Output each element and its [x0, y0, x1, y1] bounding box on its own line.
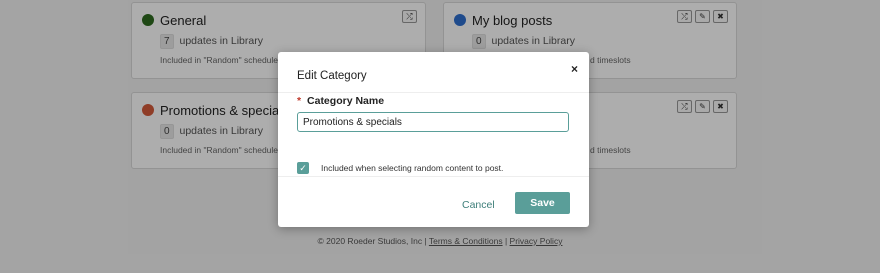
category-name-label: * Category Name — [297, 95, 384, 107]
category-name-input[interactable] — [297, 112, 569, 132]
random-content-label: Included when selecting random content t… — [321, 163, 504, 173]
category-name-label-text: Category Name — [307, 95, 385, 107]
required-marker: * — [297, 95, 302, 107]
modal-header: Edit Category × — [278, 52, 589, 93]
close-icon[interactable]: × — [571, 62, 578, 76]
random-content-option[interactable]: ✓ Included when selecting random content… — [297, 162, 503, 174]
edit-category-modal: Edit Category × * Category Name ✓ Includ… — [278, 52, 589, 227]
save-button[interactable]: Save — [515, 192, 570, 214]
cancel-button[interactable]: Cancel — [462, 199, 495, 211]
modal-footer: Cancel Save — [278, 176, 589, 227]
modal-title: Edit Category — [297, 70, 367, 82]
random-content-checkbox[interactable]: ✓ — [297, 162, 309, 174]
